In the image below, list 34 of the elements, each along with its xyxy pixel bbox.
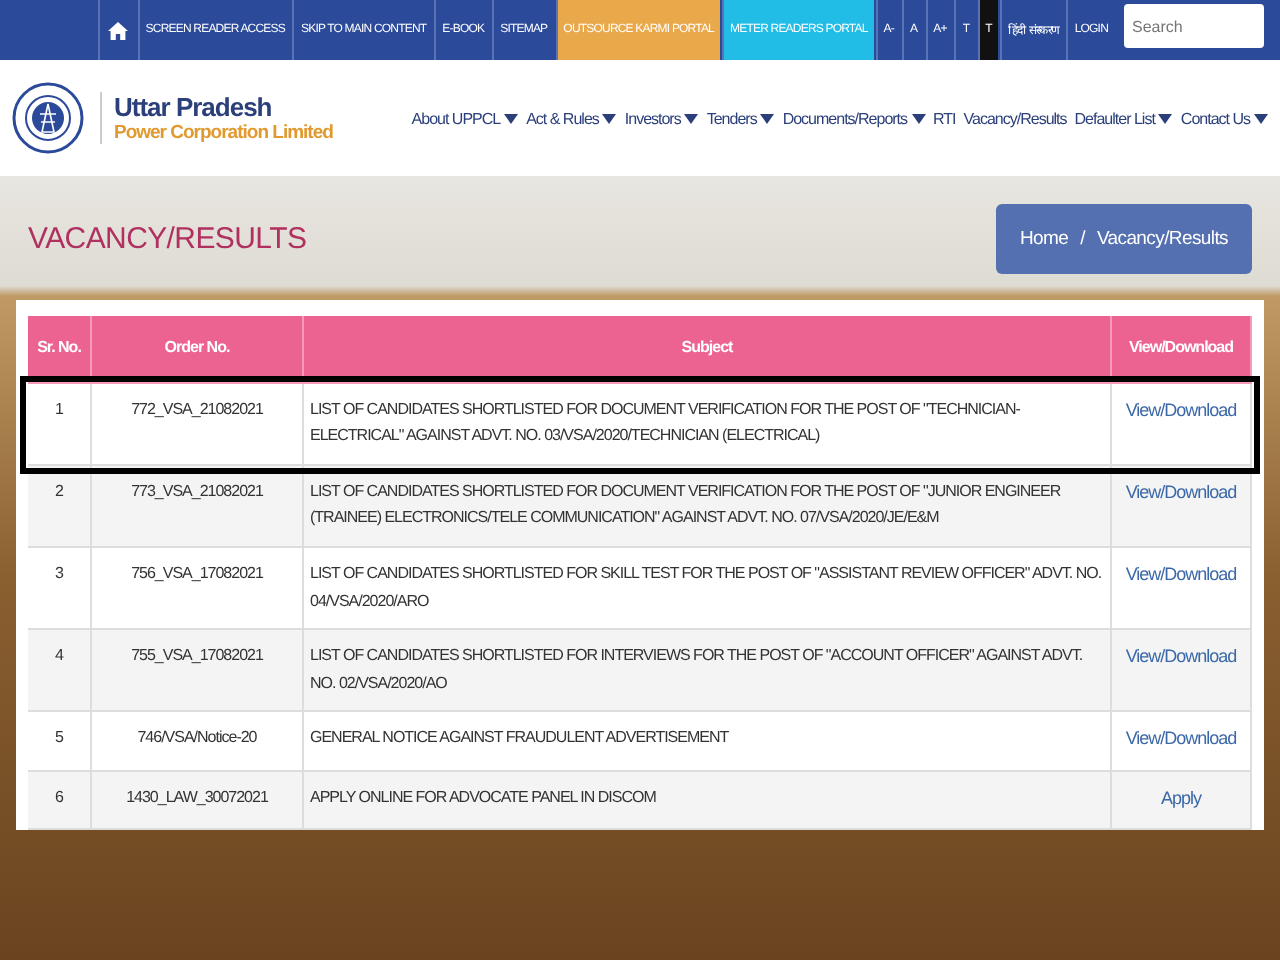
caret-icon — [1158, 113, 1173, 123]
nav-menu-item[interactable]: Vacancy/Results — [963, 109, 1067, 127]
caret-icon — [602, 113, 617, 123]
download-link[interactable]: View/Download — [1125, 481, 1237, 502]
home-icon — [107, 21, 128, 39]
caret-icon — [911, 113, 926, 123]
caret-icon — [1254, 113, 1268, 123]
emblem-logo-icon — [12, 82, 84, 154]
brand-subtitle: Power Corporation Limited — [114, 122, 333, 144]
download-link[interactable]: View/Download — [1125, 399, 1237, 420]
brand-name: Uttar Pradesh — [114, 92, 274, 122]
breadcrumb-separator: / — [1080, 227, 1085, 249]
nav-menu-item[interactable]: Documents/Reports — [782, 109, 926, 127]
nav-menu-item[interactable]: Defaulter List — [1074, 109, 1173, 127]
caret-icon — [760, 113, 775, 123]
nav-menu-item[interactable]: About UPPCL — [411, 109, 519, 127]
breadcrumb-link[interactable]: Home — [1019, 227, 1069, 249]
search-field[interactable]: Search — [1124, 4, 1264, 48]
nav-menu-item[interactable]: Investors — [624, 109, 699, 127]
breadcrumb-link[interactable]: Vacancy/Results — [1096, 227, 1228, 249]
download-link[interactable]: View/Download — [1125, 646, 1237, 667]
nav-menu-item[interactable]: Contact Us — [1180, 109, 1268, 127]
download-link[interactable]: Apply — [1160, 787, 1201, 808]
nav-menu-item[interactable]: RTI — [933, 109, 956, 127]
download-link[interactable]: View/Download — [1125, 728, 1237, 749]
table-cell: 1430_LAW_30072021 — [92, 771, 304, 830]
nav-menu-item[interactable]: Tenders — [706, 109, 775, 127]
caret-icon — [684, 113, 699, 123]
download-link[interactable]: View/Download — [1125, 563, 1237, 584]
caret-icon — [504, 113, 519, 123]
page-title: VACANCY/RESULTS — [28, 221, 307, 255]
table-cell: 6 — [28, 771, 92, 830]
nav-menu-item[interactable]: Act & Rules — [526, 109, 617, 127]
table-cell: APPLY ONLINE FOR ADVOCATE PANEL IN DISCOM — [304, 771, 1112, 830]
